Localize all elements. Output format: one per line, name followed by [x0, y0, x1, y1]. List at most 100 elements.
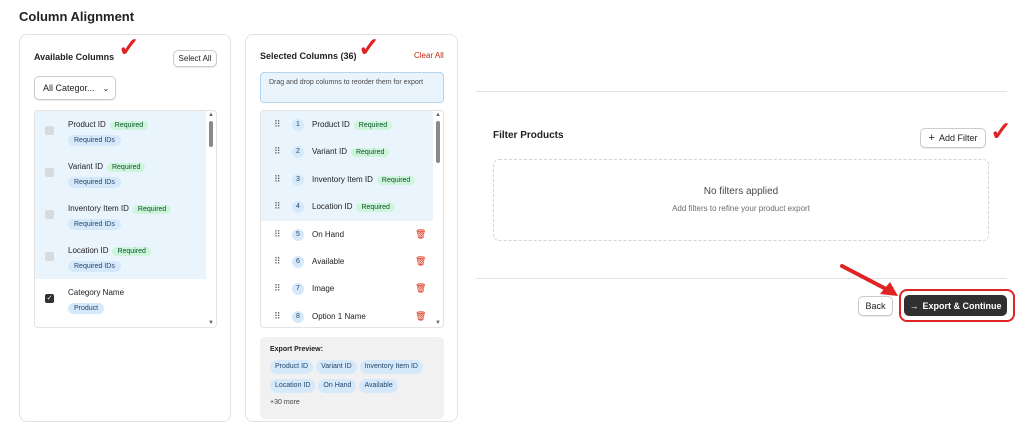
required-badge: Required [106, 163, 146, 172]
annotation-check-icon: ✓ [358, 32, 380, 62]
required-badge: Required [132, 205, 172, 214]
scroll-up-icon[interactable]: ▲ [435, 112, 441, 118]
category-select[interactable]: All Categor... ⌄ [34, 76, 116, 100]
selected-column-row[interactable]: ⠿ 7 Image 🗑 [261, 275, 433, 302]
column-label: Inventory Item ID [68, 204, 129, 213]
column-tag: Required IDs [68, 135, 121, 146]
empty-state-subtitle: Add filters to refine your product expor… [672, 204, 810, 213]
empty-state-title: No filters applied [703, 186, 779, 197]
selected-columns-title: Selected Columns (36) [260, 51, 357, 61]
available-scrollbar[interactable] [209, 121, 213, 147]
column-label: Available [312, 257, 345, 266]
trash-icon[interactable]: 🗑 [415, 311, 426, 322]
category-select-value: All Categor... [43, 83, 95, 93]
preview-chip: On Hand [318, 379, 357, 393]
drag-handle-icon[interactable]: ⠿ [274, 119, 281, 130]
column-label: Variant ID [68, 162, 103, 171]
available-column-row[interactable]: Location ID Required Required IDs [35, 237, 206, 279]
drag-handle-icon[interactable]: ⠿ [274, 146, 281, 157]
annotation-check-icon: ✓ [118, 32, 140, 62]
drag-handle-icon[interactable]: ⠿ [274, 256, 281, 267]
preview-chip: Location ID [270, 379, 316, 393]
column-label: Option 1 Name [312, 311, 366, 321]
column-order-number: 2 [292, 146, 304, 159]
required-badge: Required [109, 121, 149, 130]
export-continue-button[interactable]: → Export & Continue [904, 295, 1007, 316]
column-tag: Required IDs [68, 177, 121, 188]
selected-column-row[interactable]: ⠿ 6 Available 🗑 [261, 248, 433, 275]
add-filter-label: Add Filter [938, 133, 978, 143]
column-label: Category Name [68, 288, 125, 297]
selected-scrollbar[interactable] [436, 121, 440, 163]
checkbox-disabled[interactable] [45, 252, 54, 261]
divider-top [476, 91, 1007, 92]
drag-handle-icon[interactable]: ⠿ [274, 311, 281, 322]
checkbox-disabled[interactable] [45, 126, 54, 135]
column-order-number: 1 [292, 119, 304, 131]
add-filter-button[interactable]: + Add Filter [920, 128, 986, 148]
selected-column-row[interactable]: ⠿ 3 Inventory Item ID Required [261, 165, 433, 194]
drag-handle-icon[interactable]: ⠿ [274, 174, 281, 185]
reorder-hint: Drag and drop columns to reorder them fo… [260, 72, 444, 103]
export-continue-label: Export & Continue [922, 300, 1002, 311]
column-order-number: 7 [292, 283, 304, 296]
available-columns-title: Available Columns [34, 52, 115, 62]
preview-chip: Available [359, 379, 398, 393]
checkbox[interactable]: ✓ [45, 294, 54, 303]
available-column-row[interactable]: ✓ Category Name Product [35, 279, 206, 321]
selected-column-row[interactable]: ⠿ 5 On Hand 🗑 [261, 221, 433, 248]
export-preview: Export Preview: Product ID Variant ID Inve… [260, 337, 444, 419]
column-label: Image [312, 284, 335, 294]
required-badge: Required [353, 121, 393, 130]
preview-chip: Product ID [270, 360, 314, 374]
trash-icon[interactable]: 🗑 [415, 283, 426, 294]
required-badge: Required [350, 148, 390, 158]
selected-column-row[interactable]: ⠿ 4 Location ID Required [261, 193, 433, 221]
required-badge: Required [112, 247, 151, 256]
drag-handle-icon[interactable]: ⠿ [274, 229, 281, 240]
checkbox-disabled[interactable] [45, 210, 54, 219]
column-label: On Hand [312, 229, 345, 239]
trash-icon[interactable]: 🗑 [415, 229, 426, 240]
checkbox-disabled[interactable] [45, 168, 54, 177]
chevron-down-icon: ⌄ [102, 83, 110, 93]
column-tag: Required IDs [68, 261, 121, 272]
divider-bottom [476, 278, 1007, 279]
column-label: Variant ID [312, 147, 347, 157]
selected-column-row[interactable]: ⠿ 8 Option 1 Name 🗑 [261, 303, 433, 327]
available-column-row[interactable]: Inventory Item ID Required Required IDs [35, 195, 206, 237]
arrow-right-icon: → [909, 300, 919, 311]
column-order-number: 3 [292, 173, 304, 186]
selected-column-row[interactable]: ⠿ 1 Product ID Required [261, 111, 433, 139]
scroll-down-icon[interactable]: ▼ [208, 320, 214, 326]
drag-handle-icon[interactable]: ⠿ [274, 201, 281, 212]
clear-all-link[interactable]: Clear All [414, 51, 444, 60]
required-badge: Required [356, 203, 395, 213]
column-label: Product ID [312, 120, 350, 129]
column-label: Inventory Item ID [312, 174, 373, 184]
scroll-down-icon[interactable]: ▼ [435, 320, 441, 326]
selected-column-row[interactable]: ⠿ 2 Variant ID Required [261, 138, 433, 166]
filter-products-title: Filter Products [493, 130, 564, 141]
available-column-row[interactable]: Product ID Required Required IDs [35, 111, 206, 153]
filters-empty-state: No filters applied Add filters to refine… [493, 159, 989, 241]
available-column-row[interactable]: Variant ID Required Required IDs [35, 153, 206, 195]
plus-icon: + [928, 132, 935, 144]
preview-chip: Variant ID [316, 360, 357, 374]
column-tag: Product [68, 303, 105, 314]
column-label: Location ID [68, 246, 109, 255]
scroll-up-icon[interactable]: ▲ [208, 112, 214, 118]
export-preview-chips: Product ID Variant ID Inventory Item ID Loc… [270, 359, 434, 397]
select-all-button[interactable]: Select All [173, 50, 217, 67]
page-title: Column Alignment [19, 9, 135, 24]
export-preview-more: +30 more [270, 399, 300, 406]
available-columns-card: Available Columns Select All All Categor… [19, 34, 231, 422]
trash-icon[interactable]: 🗑 [415, 256, 426, 267]
selected-columns-card: Selected Columns (36) Clear All Drag and… [245, 34, 458, 422]
annotation-arrow-icon [840, 264, 898, 296]
drag-handle-icon[interactable]: ⠿ [274, 283, 281, 294]
column-tag: Required IDs [68, 219, 121, 230]
export-preview-title: Export Preview: [270, 346, 323, 353]
column-label: Product ID [68, 120, 106, 129]
column-order-number: 4 [292, 201, 304, 214]
